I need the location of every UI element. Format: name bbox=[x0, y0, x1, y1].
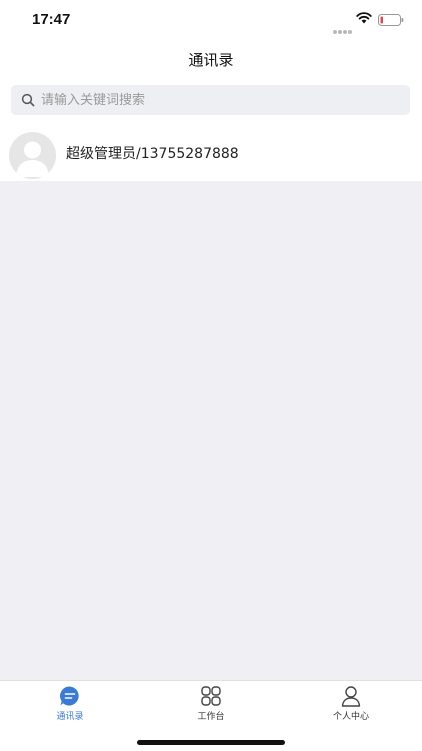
search-box[interactable] bbox=[11, 85, 410, 115]
nav-bar: 通讯录 bbox=[0, 40, 422, 80]
grid-icon bbox=[201, 686, 221, 706]
contact-name: 超级管理员/13755287888 bbox=[66, 146, 239, 162]
tab-profile[interactable]: 个人中心 bbox=[311, 685, 391, 722]
chat-bubble-icon bbox=[60, 686, 79, 706]
tab-workbench[interactable]: 工作台 bbox=[171, 685, 251, 722]
tab-label: 通讯录 bbox=[56, 712, 84, 722]
tab-contacts[interactable]: 通讯录 bbox=[30, 685, 110, 722]
list-item[interactable]: 超级管理员/13755287888 bbox=[0, 124, 422, 181]
search-bar bbox=[0, 80, 422, 124]
battery-icon bbox=[378, 14, 404, 26]
signal-icon bbox=[333, 19, 353, 38]
tab-label: 工作台 bbox=[197, 712, 225, 722]
search-icon bbox=[21, 93, 35, 107]
tab-label: 个人中心 bbox=[332, 712, 369, 722]
page-title: 通讯录 bbox=[188, 51, 234, 69]
home-indicator bbox=[137, 740, 285, 745]
status-time: 17:47 bbox=[32, 11, 71, 28]
person-icon bbox=[341, 686, 361, 707]
status-bar: 17:47 bbox=[0, 0, 422, 40]
wifi-icon bbox=[356, 12, 372, 24]
search-input[interactable] bbox=[41, 85, 401, 115]
default-avatar-icon bbox=[9, 132, 56, 179]
